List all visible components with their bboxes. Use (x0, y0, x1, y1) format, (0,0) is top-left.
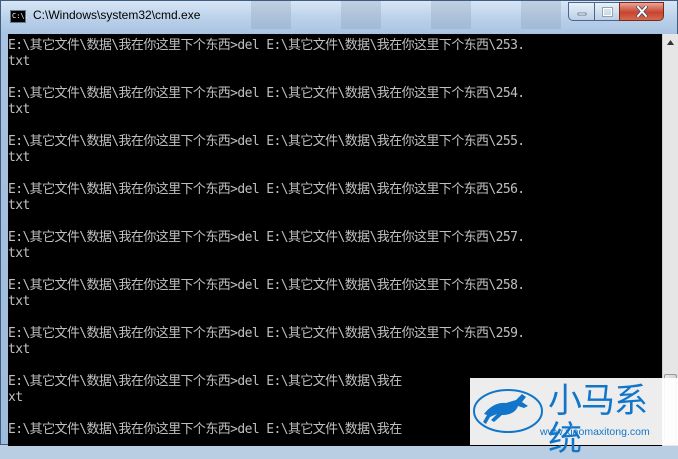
maximize-button[interactable] (594, 2, 620, 21)
console-line: txt (8, 294, 30, 309)
window-title: C:\Windows\system32\cmd.exe (33, 8, 201, 22)
console-line: txt (8, 150, 30, 165)
horse-logo-icon (473, 389, 543, 433)
minimize-icon (577, 12, 586, 15)
chevron-up-icon (667, 39, 674, 45)
close-button[interactable] (619, 2, 664, 21)
console-line: txt (8, 102, 30, 117)
console-line: E:\其它文件\数据\我在你这里下个东西>del E:\其它文件\数据\我在你这… (8, 230, 525, 245)
console-line: E:\其它文件\数据\我在你这里下个东西>del E:\其它文件\数据\我在你这… (8, 38, 525, 53)
background-window-ghost (251, 1, 611, 29)
close-icon (635, 6, 648, 17)
console-line: E:\其它文件\数据\我在你这里下个东西>del E:\其它文件\数据\我在你这… (8, 278, 525, 293)
console-line: E:\其它文件\数据\我在你这里下个东西>del E:\其它文件\数据\我在你这… (8, 134, 525, 149)
minimize-button[interactable] (568, 2, 595, 21)
console-line: txt (8, 198, 30, 213)
console-line: E:\其它文件\数据\我在你这里下个东西>del E:\其它文件\数据\我在你这… (8, 86, 525, 101)
watermark-url: www.xiaomaxitong.com (540, 426, 650, 438)
maximize-icon (601, 6, 613, 17)
cmd-console-icon[interactable]: C:\. (10, 10, 29, 23)
console-line: txt (8, 54, 30, 69)
console-line: E:\其它文件\数据\我在你这里下个东西>del E:\其它文件\数据\我在你这… (8, 182, 525, 197)
scroll-up-button[interactable] (663, 34, 678, 50)
console-line: txt (8, 246, 30, 261)
watermark: 小马系统 www.xiaomaxitong.com (470, 378, 678, 458)
watermark-brand: 小马系统 (548, 381, 648, 459)
title-bar[interactable]: C:\. C:\Windows\system32\cmd.exe (1, 1, 677, 34)
console-line: E:\其它文件\数据\我在你这里下个东西>del E:\其它文件\数据\我在你这… (8, 326, 525, 341)
console-line: txt (8, 342, 30, 357)
